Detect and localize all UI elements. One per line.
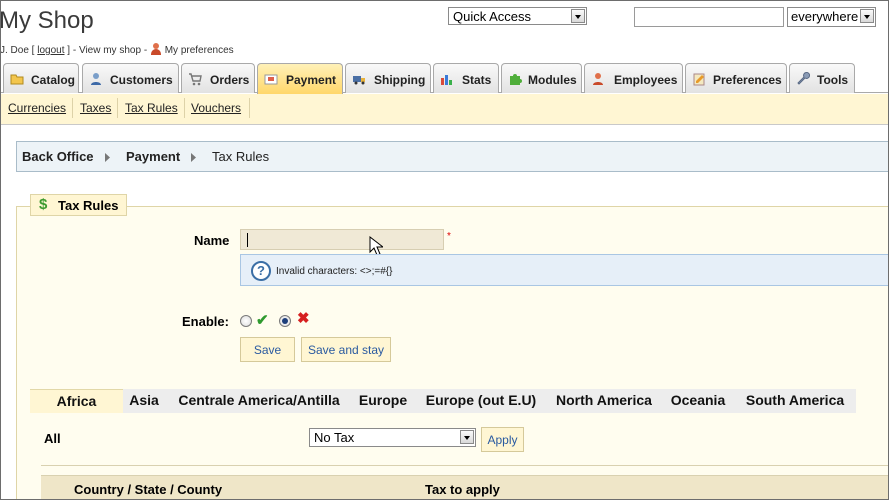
- tab-stats[interactable]: Stats: [433, 63, 499, 93]
- search-input[interactable]: [634, 7, 784, 27]
- divider: [249, 98, 250, 118]
- divider: [41, 465, 888, 466]
- tab-oceania[interactable]: Oceania: [667, 389, 729, 413]
- chevron-right-icon: [191, 153, 196, 162]
- tax-select-value: No Tax: [314, 430, 355, 445]
- enable-no-radio[interactable]: [279, 315, 291, 327]
- name-input[interactable]: [240, 229, 444, 250]
- help-icon: ?: [251, 261, 271, 281]
- search-scope-value: everywhere: [791, 9, 859, 24]
- chart-icon: [441, 75, 452, 85]
- tab-centrale-america-antilla[interactable]: Centrale America/Antilla: [170, 389, 348, 413]
- tab-customers[interactable]: Customers: [82, 63, 179, 93]
- text-caret: [247, 233, 248, 247]
- tab-payment[interactable]: Payment: [257, 63, 343, 94]
- hint-box: ? Invalid characters: <>;=#{}: [240, 254, 888, 286]
- breadcrumb-back-office[interactable]: Back Office: [22, 149, 94, 164]
- user-line: J. Doe [ logout ] - View my shop - My pr…: [0, 43, 234, 56]
- save-and-stay-button[interactable]: Save and stay: [301, 337, 391, 362]
- tab-tools[interactable]: Tools: [789, 63, 855, 93]
- tab-label: Employees: [614, 73, 678, 87]
- check-icon: ✔: [256, 312, 269, 329]
- tab-label: Modules: [528, 73, 577, 87]
- tab-label: Orders: [210, 73, 250, 87]
- name-label: Name: [194, 233, 230, 248]
- breadcrumb-tax-rules: Tax Rules: [212, 149, 270, 164]
- tab-europe[interactable]: Europe: [353, 389, 413, 413]
- breadcrumb-payment[interactable]: Payment: [126, 149, 180, 164]
- tab-employees[interactable]: Employees: [584, 63, 683, 93]
- back-office-window: My Shop J. Doe [ logout ] - View my shop…: [0, 0, 889, 500]
- breadcrumb: Back Office Payment Tax Rules: [16, 141, 888, 172]
- quick-access-value: Quick Access: [453, 9, 532, 24]
- tab-label: Customers: [110, 73, 173, 87]
- apply-button[interactable]: Apply: [481, 427, 524, 452]
- dollar-icon: $: [39, 196, 48, 213]
- tab-shipping[interactable]: Shipping: [345, 63, 431, 93]
- tab-europe-out-eu[interactable]: Europe (out E.U): [420, 389, 542, 413]
- tab-preferences[interactable]: Preferences: [685, 63, 787, 93]
- logout-link[interactable]: logout: [37, 45, 64, 56]
- wrench-icon: [797, 72, 810, 85]
- payment-icon: [264, 74, 278, 85]
- tab-label: Tools: [817, 73, 849, 87]
- customer-icon: [91, 73, 101, 85]
- tab-north-america[interactable]: North America: [551, 389, 657, 413]
- column-header-tax: Tax to apply: [425, 482, 500, 497]
- chevron-down-icon[interactable]: [460, 430, 474, 444]
- subtab-currencies[interactable]: Currencies: [8, 101, 66, 115]
- divider: [184, 98, 185, 118]
- save-button[interactable]: Save: [240, 337, 295, 362]
- divider: [72, 98, 73, 118]
- subtab-tax-rules[interactable]: Tax Rules: [125, 101, 178, 115]
- quick-access-select[interactable]: Quick Access: [448, 7, 587, 25]
- main-tabs: Catalog Customers Orders Payment Shippin…: [1, 63, 888, 94]
- fieldset-legend: $ Tax Rules: [30, 194, 128, 216]
- table-header: Country / State / County Tax to apply: [41, 475, 888, 499]
- tab-label: Payment: [286, 73, 337, 87]
- preferences-icon: [693, 73, 705, 86]
- cart-icon: [189, 73, 202, 86]
- user-icon: [150, 43, 162, 55]
- tab-label: Shipping: [374, 73, 426, 87]
- tab-modules[interactable]: Modules: [501, 63, 582, 93]
- truck-icon: [353, 76, 365, 85]
- chevron-down-icon[interactable]: [860, 9, 874, 23]
- required-marker: *: [447, 231, 451, 242]
- tab-label: Catalog: [31, 73, 76, 87]
- subtab-vouchers[interactable]: Vouchers: [191, 101, 241, 115]
- column-header-country: Country / State / County: [74, 482, 223, 497]
- divider: [117, 98, 118, 118]
- tab-asia[interactable]: Asia: [123, 389, 165, 413]
- subtab-taxes[interactable]: Taxes: [80, 101, 111, 115]
- tab-south-america[interactable]: South America: [740, 389, 850, 413]
- shop-title: My Shop: [0, 7, 94, 34]
- tab-label: Preferences: [713, 73, 782, 87]
- user-line-separator: -: [143, 45, 148, 56]
- view-shop-link[interactable]: View my shop: [79, 45, 141, 56]
- chevron-right-icon: [105, 153, 110, 162]
- sub-navigation: Currencies Taxes Tax Rules Vouchers: [1, 94, 888, 125]
- close-icon: ✖: [297, 310, 310, 327]
- tab-label: Stats: [462, 73, 492, 87]
- search-scope-select[interactable]: everywhere: [787, 7, 876, 27]
- zone-tabs: Africa Asia Centrale America/Antilla Eur…: [30, 389, 856, 413]
- hint-text: Invalid characters: <>;=#{}: [276, 266, 393, 277]
- legend-label: Tax Rules: [58, 198, 119, 213]
- tab-africa[interactable]: Africa: [30, 389, 123, 413]
- user-name: J. Doe [: [0, 45, 35, 56]
- all-countries-label: All: [44, 431, 61, 446]
- puzzle-icon: [510, 74, 522, 85]
- folder-icon: [10, 74, 24, 85]
- chevron-down-icon[interactable]: [571, 9, 585, 23]
- enable-yes-radio[interactable]: [240, 315, 252, 327]
- tax-select[interactable]: No Tax: [309, 428, 476, 447]
- user-line-separator: ] -: [67, 45, 77, 56]
- my-preferences-link[interactable]: My preferences: [165, 45, 234, 56]
- enable-label: Enable:: [182, 314, 229, 329]
- tab-catalog[interactable]: Catalog: [3, 63, 79, 93]
- employee-icon: [593, 73, 603, 85]
- tab-orders[interactable]: Orders: [181, 63, 255, 93]
